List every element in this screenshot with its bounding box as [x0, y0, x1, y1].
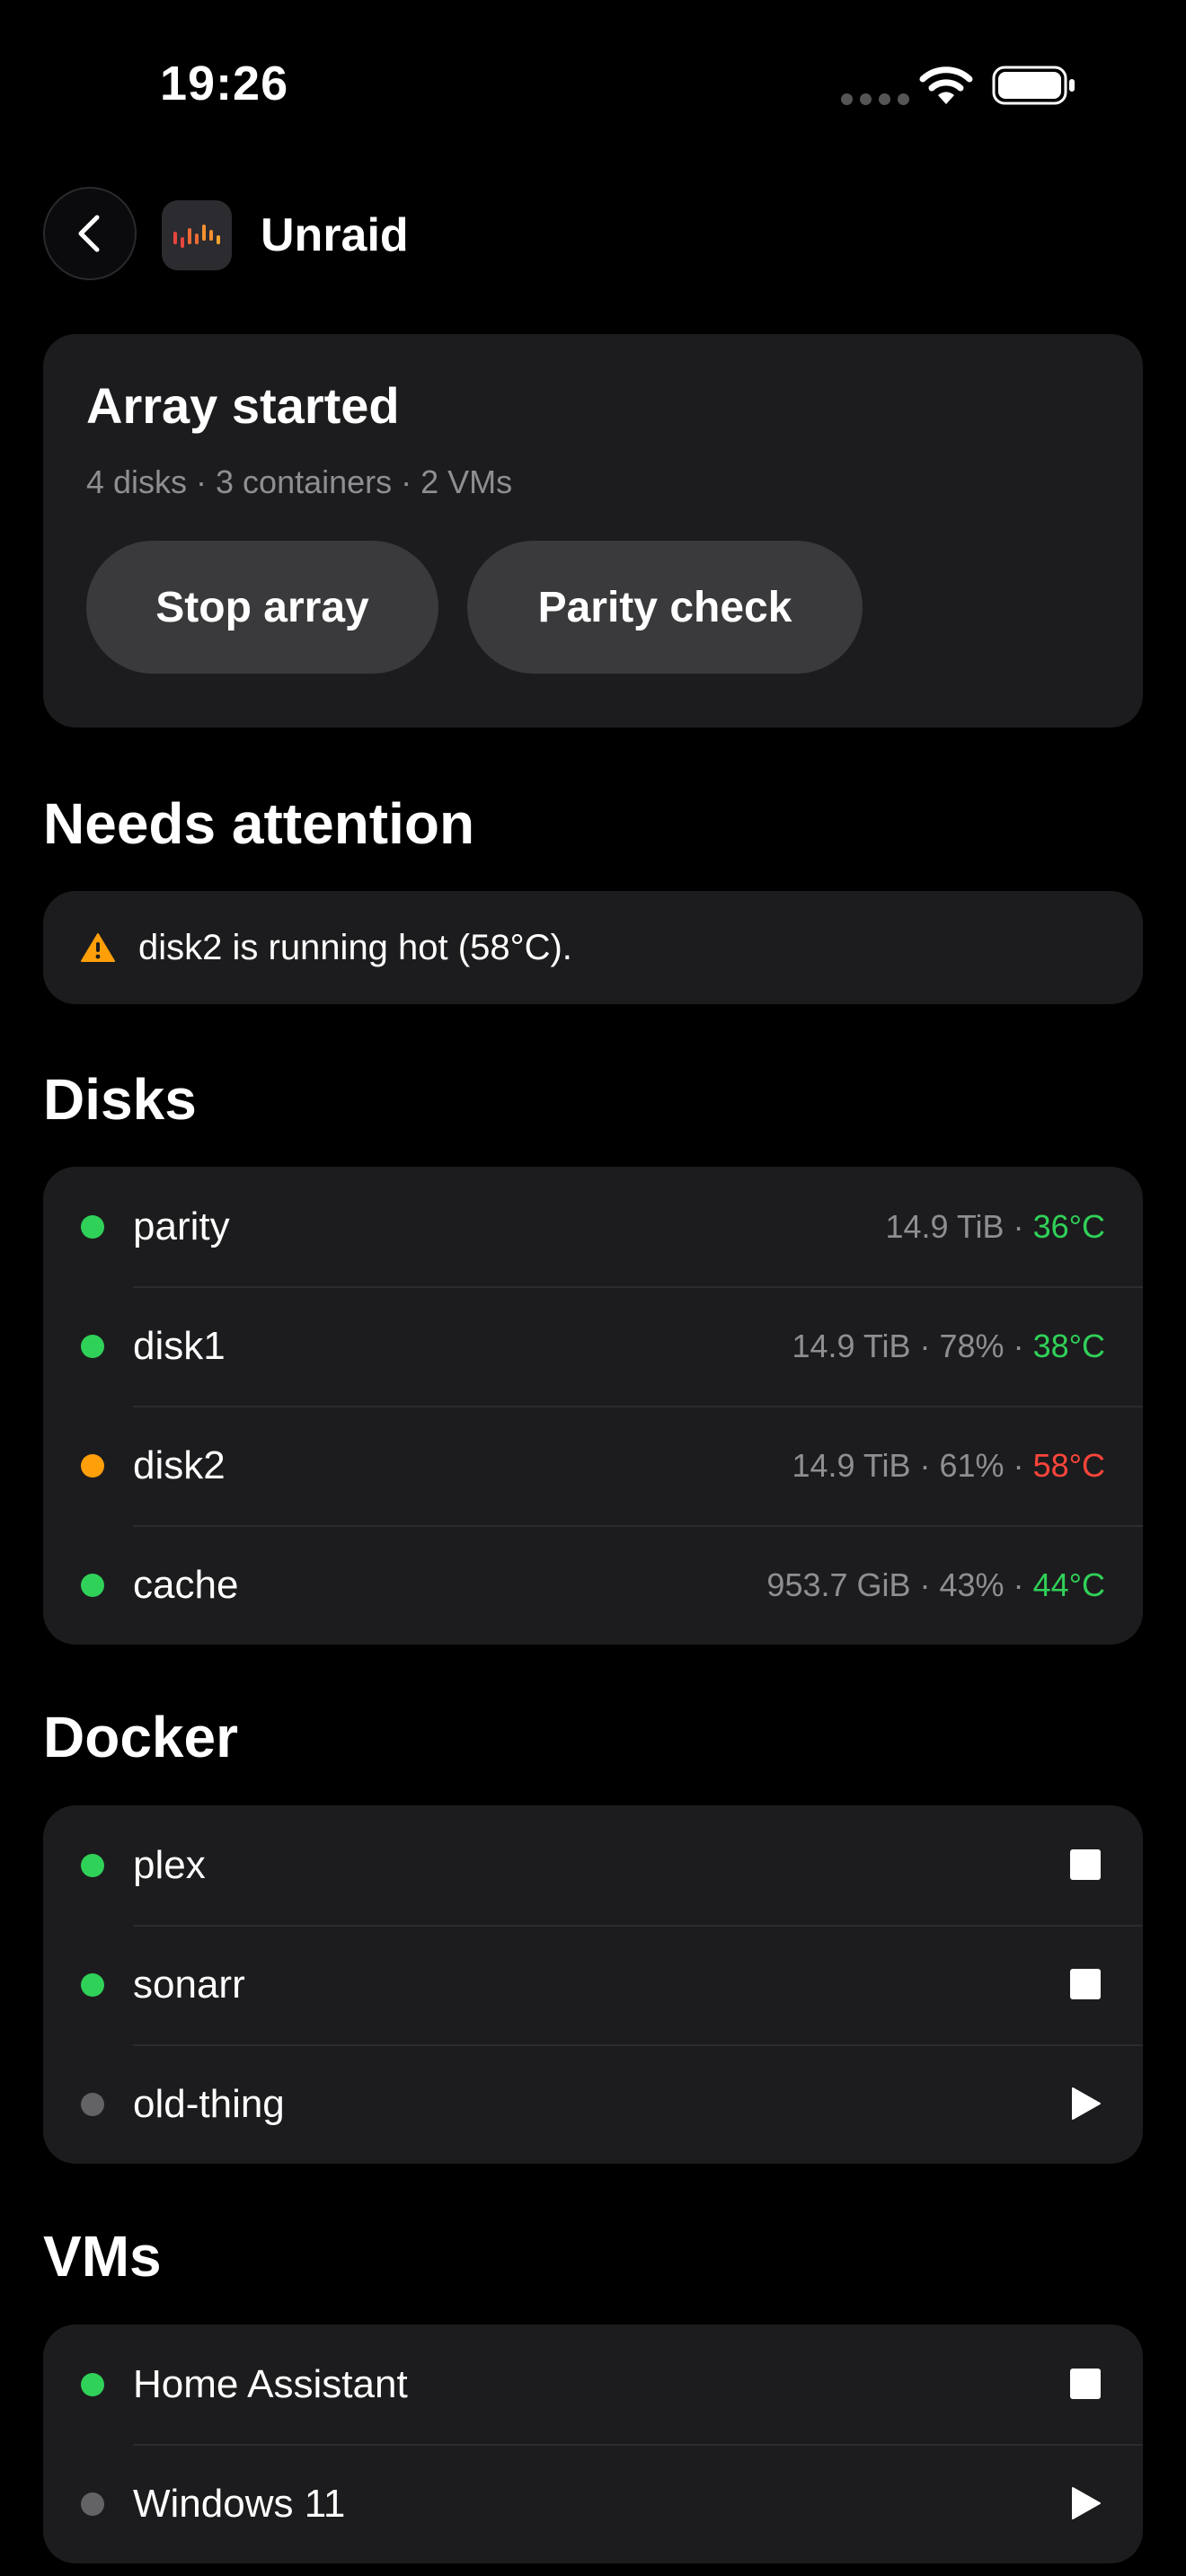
status-dot-running [81, 2373, 104, 2396]
status-time: 19:26 [160, 57, 289, 110]
status-dot-stopped [81, 2093, 104, 2116]
warning-icon [81, 933, 115, 962]
disk-name: cache [133, 1562, 239, 1607]
back-button[interactable] [43, 187, 137, 280]
stop-icon[interactable] [1069, 2368, 1102, 2400]
page-title: Unraid [261, 209, 409, 261]
disk-name: disk2 [133, 1442, 226, 1487]
disk-size-usage: 14.9 TiB · 61% · [792, 1446, 1033, 1484]
array-status-card: Array started 4 disks · 3 containers · 2… [43, 334, 1143, 728]
disk-name: disk1 [133, 1323, 226, 1368]
container-name: plex [133, 1842, 206, 1887]
section-title-disks: Disks [43, 1067, 197, 1132]
disk-temp: 38°C [1032, 1327, 1105, 1364]
section-title-vms: VMs [43, 2224, 162, 2289]
stop-icon[interactable] [1069, 1848, 1102, 1881]
wifi-icon [919, 66, 973, 104]
disk-size: 14.9 TiB · [885, 1207, 1033, 1245]
vm-name: Windows 11 [133, 2481, 346, 2526]
disk-meta: 14.9 TiB · 78% · 38°C [792, 1328, 1105, 1365]
attention-message: disk2 is running hot (58°C). [138, 927, 572, 967]
status-dot-ok [81, 1215, 104, 1239]
container-row-sonarr[interactable]: sonarr [43, 1925, 1143, 2044]
disk-row-disk2[interactable]: disk2 14.9 TiB · 61% · 58°C [43, 1406, 1143, 1525]
status-dot-warning [81, 1454, 104, 1478]
disk-temp: 44°C [1032, 1566, 1105, 1603]
disk-temp: 58°C [1032, 1446, 1105, 1484]
status-bar: 19:26 [0, 0, 1186, 171]
disk-row-cache[interactable]: cache 953.7 GiB · 43% · 44°C [43, 1525, 1143, 1645]
disks-list: parity 14.9 TiB · 36°C disk1 14.9 TiB · … [43, 1167, 1143, 1645]
array-status-title: Array started [86, 377, 400, 434]
status-dot-running [81, 1854, 104, 1877]
status-dot-ok [81, 1335, 104, 1358]
container-row-plex[interactable]: plex [43, 1805, 1143, 1925]
disk-size-usage: 953.7 GiB · 43% · [766, 1566, 1033, 1603]
vm-row-home-assistant[interactable]: Home Assistant [43, 2325, 1143, 2444]
docker-list: plex sonarr old-thing [43, 1805, 1143, 2164]
disk-size-usage: 14.9 TiB · 78% · [792, 1327, 1033, 1364]
vm-row-windows-11[interactable]: Windows 11 [43, 2444, 1143, 2563]
container-name: old-thing [133, 2081, 285, 2126]
disk-meta: 14.9 TiB · 36°C [885, 1208, 1105, 1246]
parity-check-button[interactable]: Parity check [467, 541, 863, 674]
battery-icon [992, 66, 1075, 105]
stop-icon[interactable] [1069, 1968, 1102, 2000]
unraid-logo-icon [162, 200, 232, 270]
stop-array-button[interactable]: Stop array [86, 541, 438, 674]
play-icon[interactable] [1069, 2487, 1102, 2519]
status-dot-running [81, 1973, 104, 1997]
vm-name: Home Assistant [133, 2361, 408, 2406]
section-title-docker: Docker [43, 1705, 238, 1769]
status-dot-ok [81, 1574, 104, 1597]
array-summary: 4 disks · 3 containers · 2 VMs [86, 463, 513, 500]
disk-meta: 953.7 GiB · 43% · 44°C [766, 1566, 1105, 1604]
status-dot-stopped [81, 2492, 104, 2516]
play-icon[interactable] [1069, 2087, 1102, 2120]
section-title-attention: Needs attention [43, 791, 475, 856]
vms-list: Home Assistant Windows 11 [43, 2325, 1143, 2563]
cellular-signal-icon [841, 93, 909, 105]
array-actions: Stop array Parity check [86, 541, 1100, 674]
attention-alert[interactable]: disk2 is running hot (58°C). [43, 891, 1143, 1004]
disk-name: parity [133, 1204, 230, 1248]
disk-temp: 36°C [1032, 1207, 1105, 1245]
disk-meta: 14.9 TiB · 61% · 58°C [792, 1447, 1105, 1485]
nav-header: Unraid [43, 187, 1143, 282]
container-row-old-thing[interactable]: old-thing [43, 2044, 1143, 2164]
container-name: sonarr [133, 1962, 245, 2007]
chevron-left-icon [78, 215, 100, 252]
disk-row-disk1[interactable]: disk1 14.9 TiB · 78% · 38°C [43, 1286, 1143, 1406]
disk-row-parity[interactable]: parity 14.9 TiB · 36°C [43, 1167, 1143, 1286]
